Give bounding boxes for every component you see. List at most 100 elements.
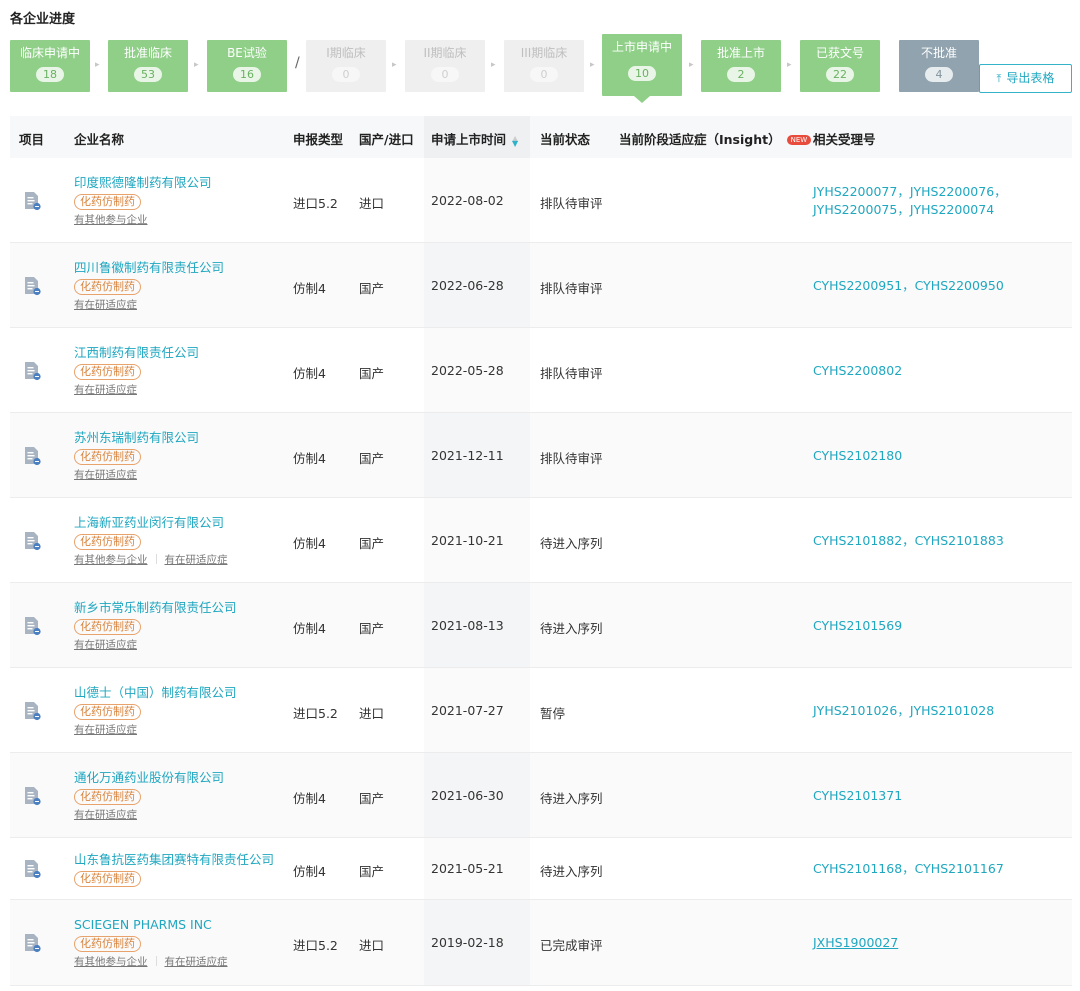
- stage-market-approved[interactable]: 批准上市 2: [701, 40, 781, 92]
- stage-count: 10: [628, 66, 656, 81]
- acceptance-number-link[interactable]: CYHS2101371: [813, 787, 1071, 805]
- stage-phase-3[interactable]: III期临床 0: [504, 40, 584, 92]
- sort-icon[interactable]: ▲ ▼: [512, 134, 518, 147]
- table-row[interactable]: 印度熙德隆制药有限公司 化药仿制药 有其他参与企业 进口5.2 进口 2022-08-02…: [10, 158, 1072, 243]
- extra-links: 有在研适应症: [74, 298, 224, 312]
- table-row[interactable]: 新乡市常乐制药有限责任公司 化药仿制药 有在研适应症 仿制4 国产 2021-08-13 待…: [10, 583, 1072, 668]
- acceptance-number-link[interactable]: JXHS1900027: [813, 934, 1071, 952]
- stage-progress-bar: 临床申请中 18 ▸ 批准临床 53 ▸ BE试验 16 / I期临床 0 ▸ …: [0, 0, 1080, 110]
- document-icon: [25, 934, 41, 953]
- acceptance-number-link[interactable]: CYHS2101569: [813, 617, 1071, 635]
- extra-info-link[interactable]: 有在研适应症: [165, 956, 228, 968]
- extra-links: 有其他参与企业 有在研适应症: [74, 955, 228, 969]
- drug-type-tag: 化药仿制药: [74, 789, 141, 805]
- company-name-link[interactable]: 苏州东瑞制药有限公司: [74, 430, 199, 446]
- company-name-link[interactable]: 江西制药有限责任公司: [74, 345, 199, 361]
- header-type: 申报类型: [293, 132, 344, 147]
- extra-links: 有在研适应症: [74, 638, 237, 652]
- stage-count: 16: [233, 67, 261, 82]
- origin-cell: 国产: [359, 864, 385, 879]
- stage-separator: /: [295, 55, 300, 71]
- acceptance-number-link[interactable]: CYHS2102180: [813, 447, 1071, 465]
- stage-phase-2[interactable]: II期临床 0: [405, 40, 485, 92]
- company-name-link[interactable]: SCIEGEN PHARMS INC: [74, 917, 228, 933]
- table-row[interactable]: 江西制药有限责任公司 化药仿制药 有在研适应症 仿制4 国产 2022-05-28 排队待审…: [10, 328, 1072, 413]
- stage-label: BE试验: [227, 46, 267, 60]
- extra-links: 有其他参与企业: [74, 213, 212, 227]
- extra-info-link[interactable]: 有其他参与企业: [74, 956, 148, 968]
- report-type-cell: 仿制4: [293, 366, 326, 381]
- extra-info-link[interactable]: 有在研适应症: [74, 469, 137, 481]
- extra-info-link[interactable]: 有在研适应症: [74, 384, 137, 396]
- company-name-link[interactable]: 上海新亚药业闵行有限公司: [74, 515, 228, 531]
- extra-links: 有在研适应症: [74, 383, 199, 397]
- extra-info-link[interactable]: 有在研适应症: [74, 724, 137, 736]
- status-cell: 排队待审评: [540, 196, 603, 211]
- document-icon: [25, 532, 41, 551]
- table-row[interactable]: 上海新亚药业闵行有限公司 化药仿制药 有其他参与企业 有在研适应症 仿制4 国产 2021-…: [10, 498, 1072, 583]
- stage-label: 上市申请中: [611, 40, 672, 54]
- acceptance-number-link[interactable]: CYHS2101882，CYHS2101883: [813, 532, 1071, 550]
- table-header: 项目 企业名称 申报类型 国产/进口 申请上市时间 ▲ ▼ 当前状态 当前阶段适应症…: [10, 116, 1072, 158]
- stage-label: II期临床: [423, 46, 467, 60]
- status-cell: 排队待审评: [540, 451, 603, 466]
- acceptance-number-link[interactable]: CYHS2200802: [813, 362, 1071, 380]
- status-cell: 待进入序列: [540, 536, 603, 551]
- table-row[interactable]: 山德士（中国）制药有限公司 化药仿制药 有在研适应症 进口5.2 进口 2021-07-2…: [10, 668, 1072, 753]
- drug-type-tag: 化药仿制药: [74, 534, 141, 550]
- table-row[interactable]: 四川鲁徽制药有限责任公司 化药仿制药 有在研适应症 仿制4 国产 2022-06-28 排队…: [10, 243, 1072, 328]
- stage-phase-1[interactable]: I期临床 0: [306, 40, 386, 92]
- extra-info-link[interactable]: 有在研适应症: [74, 809, 137, 821]
- header-status: 当前状态: [540, 132, 591, 147]
- document-icon: [25, 702, 41, 721]
- stage-label: 批准上市: [716, 46, 765, 60]
- acceptance-number-link[interactable]: CYHS2101168，CYHS2101167: [813, 860, 1071, 878]
- table-row[interactable]: SCIEGEN PHARMS INC 化药仿制药 有其他参与企业 有在研适应症 进口5.…: [10, 900, 1072, 986]
- stage-count: 4: [925, 67, 953, 82]
- extra-info-link[interactable]: 有其他参与企业: [74, 554, 148, 566]
- extra-info-link[interactable]: 有在研适应症: [165, 554, 228, 566]
- stage-license-obtained[interactable]: 已获文号 22: [800, 40, 880, 92]
- company-name-link[interactable]: 通化万通药业股份有限公司: [74, 770, 224, 786]
- export-table-button[interactable]: ⤒ 导出表格: [979, 64, 1072, 93]
- document-icon: [25, 192, 41, 211]
- origin-cell: 国产: [359, 536, 385, 551]
- company-name-link[interactable]: 新乡市常乐制药有限责任公司: [74, 600, 237, 616]
- table-row[interactable]: 苏州东瑞制药有限公司 化药仿制药 有在研适应症 仿制4 国产 2021-12-11 排队待审…: [10, 413, 1072, 498]
- acceptance-number-link[interactable]: CYHS2200951，CYHS2200950: [813, 277, 1071, 295]
- company-name-link[interactable]: 印度熙德隆制药有限公司: [74, 175, 212, 191]
- company-name-link[interactable]: 四川鲁徽制药有限责任公司: [74, 260, 224, 276]
- apply-date-cell: 2019-02-18: [431, 935, 504, 950]
- document-icon: [25, 617, 41, 636]
- report-type-cell: 仿制4: [293, 791, 326, 806]
- table-row[interactable]: 通化万通药业股份有限公司 化药仿制药 有在研适应症 仿制4 国产 2021-06-30 待进…: [10, 753, 1072, 838]
- header-company: 企业名称: [74, 132, 125, 147]
- extra-info-link[interactable]: 有其他参与企业: [74, 214, 148, 226]
- extra-links: 有在研适应症: [74, 808, 224, 822]
- stage-rejected[interactable]: 不批准 4: [899, 40, 979, 92]
- document-icon: [25, 860, 41, 879]
- company-cell: 山德士（中国）制药有限公司 化药仿制药 有在研适应症: [74, 685, 237, 737]
- extra-info-link[interactable]: 有在研适应症: [74, 299, 137, 311]
- apply-date-cell: 2021-05-21: [431, 861, 504, 876]
- status-cell: 暂停: [540, 706, 566, 721]
- table-row[interactable]: 山东鲁抗医药集团赛特有限责任公司 化药仿制药 仿制4 国产 2021-05-21 待进入序…: [10, 838, 1072, 900]
- chevron-right-icon: ▸: [194, 60, 199, 70]
- status-cell: 待进入序列: [540, 621, 603, 636]
- origin-cell: 国产: [359, 451, 385, 466]
- acceptance-number-link[interactable]: JYHS2200077，JYHS2200076，JYHS2200075，JYHS…: [813, 183, 1071, 219]
- apply-date-cell: 2021-08-13: [431, 618, 504, 633]
- report-type-cell: 仿制4: [293, 281, 326, 296]
- stage-be-trial[interactable]: BE试验 16: [207, 40, 287, 92]
- stage-clinical-applying[interactable]: 临床申请中 18: [10, 40, 90, 92]
- extra-info-link[interactable]: 有在研适应症: [74, 639, 137, 651]
- header-date[interactable]: 申请上市时间 ▲ ▼: [431, 129, 518, 148]
- company-name-link[interactable]: 山东鲁抗医药集团赛特有限责任公司: [74, 852, 274, 868]
- upload-icon: ⤒: [996, 72, 1002, 85]
- stage-label: 临床申请中: [19, 46, 80, 60]
- company-name-link[interactable]: 山德士（中国）制药有限公司: [74, 685, 237, 701]
- stage-clinical-approved[interactable]: 批准临床 53: [108, 40, 188, 92]
- divider: [155, 554, 157, 564]
- stage-market-applying[interactable]: 上市申请中 10: [602, 34, 682, 103]
- acceptance-number-link[interactable]: JYHS2101026，JYHS2101028: [813, 702, 1071, 720]
